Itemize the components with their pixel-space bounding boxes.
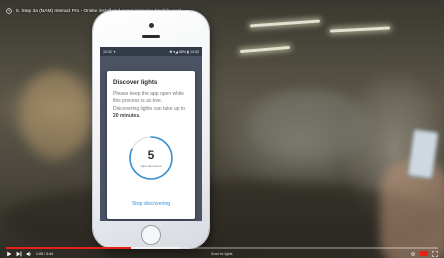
dialog-title: Discover lights xyxy=(113,79,158,86)
youtube-icon[interactable] xyxy=(420,251,428,256)
lights-discovered-count: 5 xyxy=(147,148,155,162)
background-blur xyxy=(250,90,370,160)
status-bar: 10:32 ✦ ✱ ▾◢ 88% ▮ 14:32 xyxy=(100,47,202,56)
fullscreen-icon[interactable] xyxy=(432,250,438,257)
ceiling-light xyxy=(239,45,291,54)
dialog-message-text: Please keep the app open while this proc… xyxy=(113,91,185,112)
video-frame[interactable] xyxy=(0,0,444,258)
home-button xyxy=(141,225,161,245)
dialog-message: Please keep the app open while this proc… xyxy=(113,91,189,120)
status-left: 10:32 ✦ xyxy=(103,49,117,54)
status-right: ✱ ▾◢ 88% ▮ 14:32 xyxy=(169,49,199,54)
player-controls: 1:05 / 3:44 Scan for lights xyxy=(6,250,438,257)
phone-device: 10:32 ✦ ✱ ▾◢ 88% ▮ 14:32 Discover lights… xyxy=(93,11,209,248)
clock-icon xyxy=(6,8,12,14)
next-icon[interactable] xyxy=(16,251,22,257)
gear-icon[interactable] xyxy=(410,251,416,257)
lights-discovered-caption: lights discovered xyxy=(140,164,162,168)
play-icon[interactable] xyxy=(6,251,12,257)
front-camera xyxy=(149,23,154,28)
phone-screen: 10:32 ✦ ✱ ▾◢ 88% ▮ 14:32 Discover lights… xyxy=(100,47,202,221)
ceiling-light xyxy=(329,26,391,33)
earpiece-speaker xyxy=(142,35,160,38)
dialog-message-duration: 20 minutes. xyxy=(113,112,141,119)
video-time: 1:05 / 3:44 xyxy=(36,251,53,256)
video-progress-bar[interactable] xyxy=(6,247,438,249)
discover-lights-dialog: Discover lights Please keep the app open… xyxy=(107,71,195,219)
ceiling-light xyxy=(249,19,321,28)
chapter-title[interactable]: Scan for lights xyxy=(211,252,233,256)
volume-icon[interactable] xyxy=(26,251,32,257)
background-blur xyxy=(20,70,90,160)
video-played-bar xyxy=(6,247,132,249)
stop-discovering-button[interactable]: Stop discovering xyxy=(117,199,185,209)
